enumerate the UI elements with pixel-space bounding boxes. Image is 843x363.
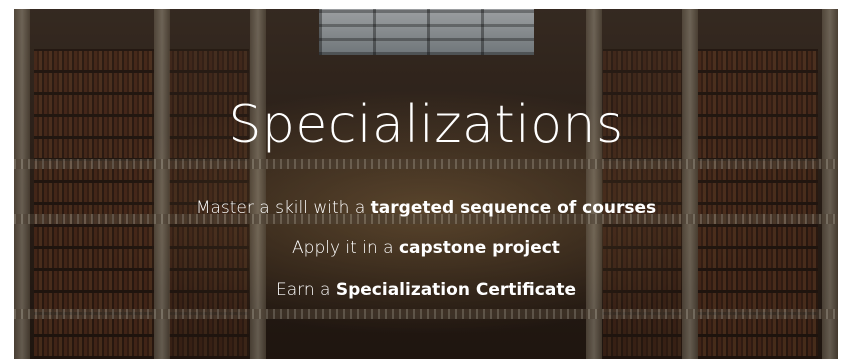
- tagline-emphasis: targeted sequence of courses: [370, 198, 657, 218]
- tagline-text: Master a skill with a: [195, 198, 371, 218]
- tagline-emphasis: capstone project: [398, 238, 560, 258]
- tagline-text: Earn a: [275, 280, 336, 300]
- hero-tagline-3: Earn a Specialization Certificate: [14, 279, 838, 301]
- hero-title: Specializations: [228, 95, 624, 155]
- hero-tagline-1: Master a skill with a targeted sequence …: [14, 197, 838, 219]
- hero-banner: Specializations Master a skill with a ta…: [14, 9, 838, 359]
- hero-tagline-2: Apply it in a capstone project: [14, 237, 838, 259]
- tagline-emphasis: Specialization Certificate: [335, 280, 576, 300]
- dark-overlay: [14, 9, 838, 359]
- tagline-text: Apply it in a: [292, 238, 399, 258]
